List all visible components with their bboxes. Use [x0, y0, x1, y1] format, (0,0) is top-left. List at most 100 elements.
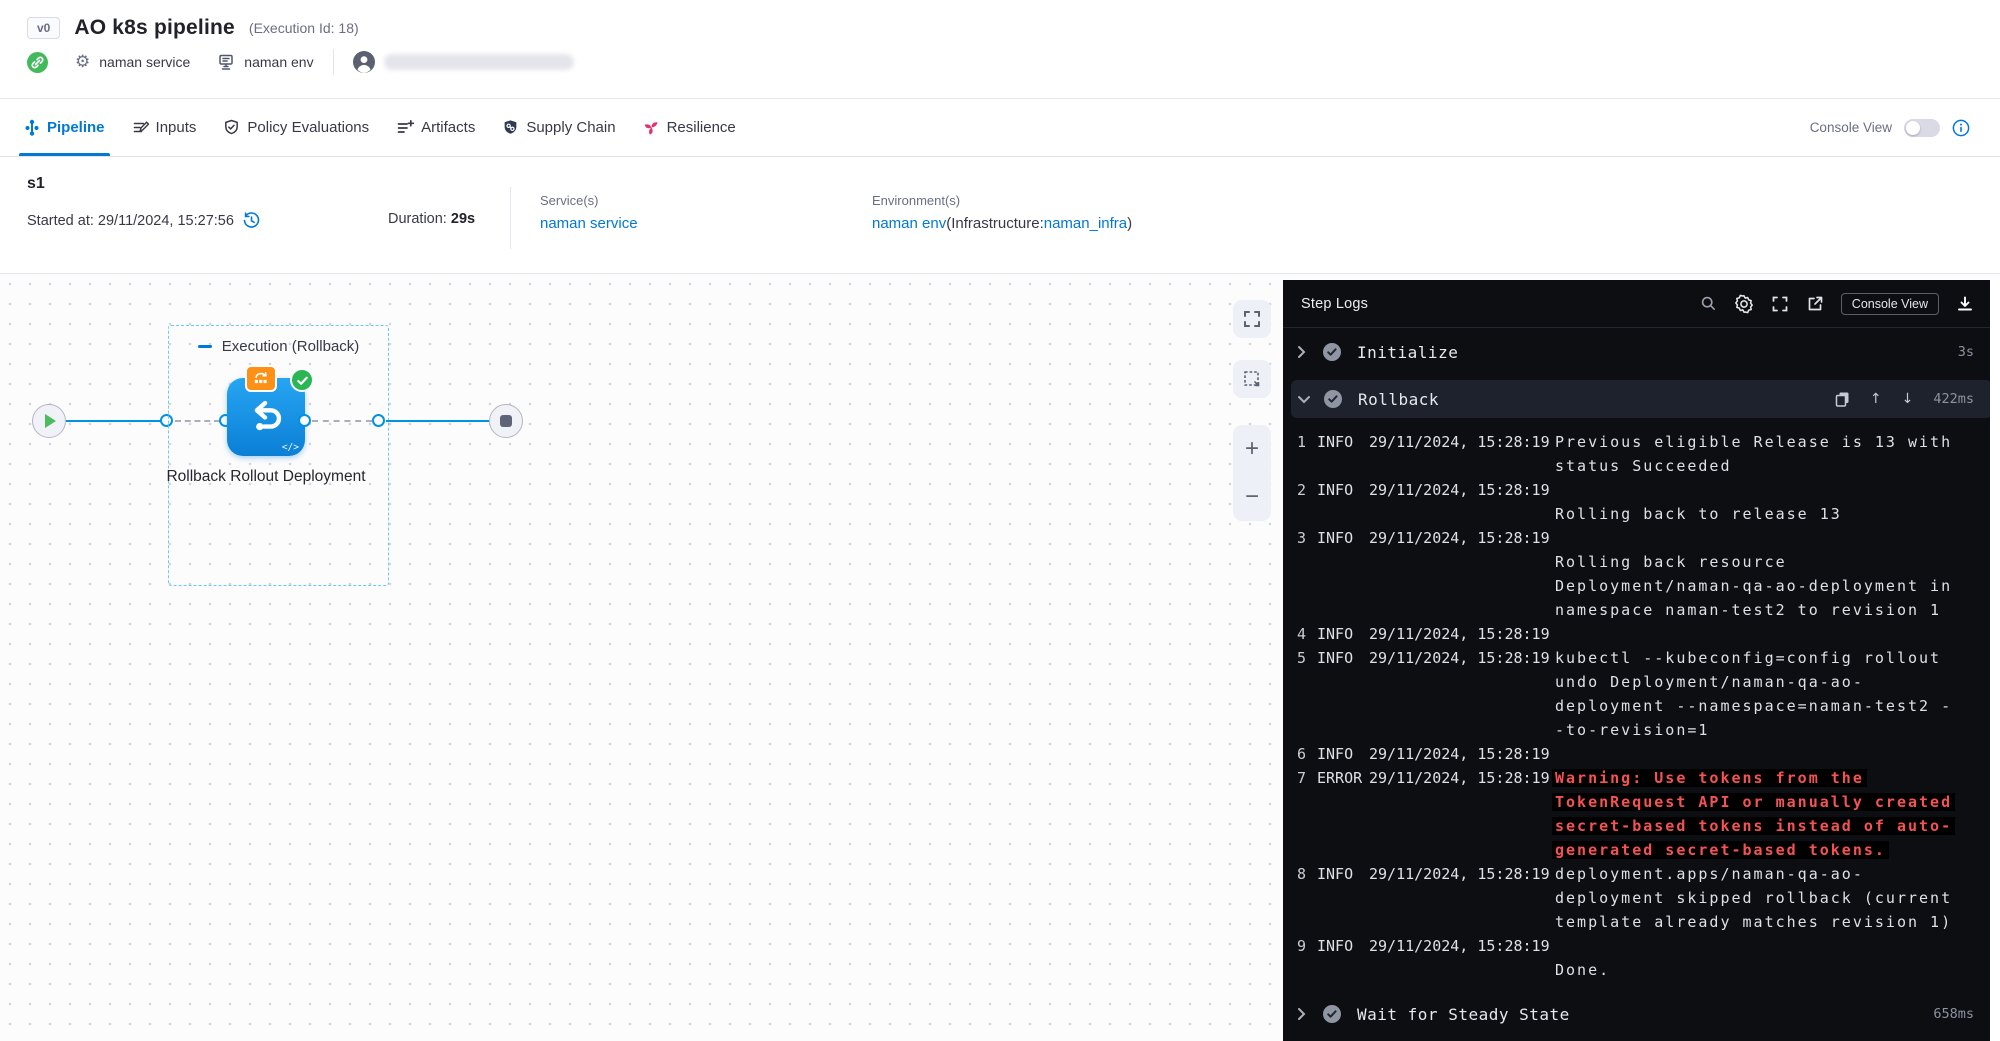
log-settings-gear-icon[interactable]	[1734, 294, 1754, 314]
zoom-out-button[interactable]: −	[1245, 485, 1259, 509]
step-logs-panel: Step Logs Console View	[1283, 280, 2000, 1041]
log-message-line	[1555, 526, 2000, 550]
log-entry: 4INFO29/11/2024, 15:28:19	[1283, 622, 2000, 646]
header-service-name[interactable]: naman service	[99, 54, 190, 70]
step-name: Initialize	[1357, 343, 1458, 362]
log-message-line: secret-based tokens instead of auto-	[1555, 814, 2000, 838]
started-at-text: Started at: 29/11/2024, 15:27:56	[27, 213, 234, 229]
connector-dot	[372, 414, 385, 427]
tab-label: Resilience	[667, 119, 736, 136]
copy-logs-icon[interactable]	[1835, 391, 1850, 407]
step-name: Rollback	[1358, 390, 1439, 409]
tab-inputs[interactable]: Inputs	[132, 99, 197, 156]
console-view-toggle[interactable]	[1904, 119, 1940, 137]
log-message-line: Rolling back to release 13	[1555, 502, 2000, 526]
log-entry: 2INFO29/11/2024, 15:28:19 Rolling back t…	[1283, 478, 2000, 526]
scroll-up-icon[interactable]: ↑	[1870, 391, 1882, 407]
tab-resilience[interactable]: Resilience	[643, 99, 736, 156]
marquee-select-button[interactable]	[1233, 360, 1271, 398]
group-label: Execution (Rollback)	[222, 338, 360, 355]
edge-end	[386, 420, 489, 422]
toggle-knob	[1906, 121, 1920, 135]
duration-label: Duration:	[388, 211, 447, 227]
chevron-right-icon	[1297, 345, 1313, 359]
code-glyph: </>	[282, 442, 299, 453]
scroll-down-icon[interactable]: ↓	[1902, 391, 1914, 407]
step-success-badge	[1323, 343, 1341, 361]
fullscreen-icon[interactable]	[1771, 295, 1789, 313]
step-duration: 3s	[1958, 344, 1974, 360]
rolling-deployment-badge-icon	[245, 365, 277, 392]
log-message-line: deployment skipped rollback (current	[1555, 886, 2000, 910]
page-header: v0 AO k8s pipeline (Execution Id: 18) ⚙ …	[0, 0, 2000, 99]
execution-history-icon[interactable]	[242, 211, 261, 230]
step-success-icon	[290, 368, 314, 392]
log-message-line	[1555, 622, 2000, 646]
chevron-down-icon	[1297, 395, 1313, 404]
infra-suffix: )	[1127, 215, 1132, 232]
info-icon[interactable]	[1952, 119, 1970, 137]
execution-tabbar: Pipeline Inputs Policy Evaluations	[0, 99, 2000, 157]
step-logs-title: Step Logs	[1301, 296, 1368, 312]
fit-to-screen-button[interactable]	[1233, 300, 1271, 338]
console-view-label: Console View	[1810, 120, 1892, 135]
step-node-label: Rollback Rollout Deployment	[156, 466, 376, 488]
log-entry: 3INFO29/11/2024, 15:28:19 Rolling back r…	[1283, 526, 2000, 622]
cd-module-icon	[27, 52, 48, 73]
log-message-line: Done.	[1555, 958, 2000, 982]
pipeline-start-node	[32, 404, 66, 438]
download-logs-icon[interactable]	[1956, 295, 1974, 313]
duration-value: 29s	[451, 211, 475, 227]
redacted-text	[384, 54, 574, 70]
services-label: Service(s)	[540, 193, 638, 208]
log-step-initialize[interactable]: Initialize 3s	[1283, 328, 2000, 376]
log-entry: 9INFO29/11/2024, 15:28:19 Done.	[1283, 934, 2000, 982]
log-message-line: deployment.apps/naman-qa-ao-	[1555, 862, 2000, 886]
collapse-group-icon[interactable]	[198, 345, 212, 348]
console-view-button[interactable]: Console View	[1841, 293, 1939, 315]
tab-label: Supply Chain	[526, 119, 615, 136]
service-link[interactable]: naman service	[540, 215, 638, 232]
log-message-line: Warning: Use tokens from the	[1555, 766, 2000, 790]
rollback-step-node[interactable]: </>	[227, 378, 305, 456]
log-entry: 1INFO29/11/2024, 15:28:19Previous eligib…	[1283, 430, 2000, 478]
tab-pipeline[interactable]: Pipeline	[24, 99, 105, 156]
log-message-line	[1555, 478, 2000, 502]
policy-shield-icon	[223, 119, 240, 136]
log-message-line: TokenRequest API or manually created	[1555, 790, 2000, 814]
tab-policy-evaluations[interactable]: Policy Evaluations	[223, 99, 369, 156]
edge-dashed-left	[175, 420, 220, 422]
log-message-line: Deployment/naman-qa-ao-deployment in	[1555, 574, 2000, 598]
infrastructure-link[interactable]: naman_infra	[1044, 215, 1127, 232]
tab-supply-chain[interactable]: Supply Chain	[502, 99, 615, 156]
tab-label: Artifacts	[421, 119, 475, 136]
tab-label: Inputs	[156, 119, 197, 136]
environment-link[interactable]: naman env	[872, 215, 946, 232]
zoom-in-button[interactable]: +	[1245, 437, 1259, 461]
pipeline-title: AO k8s pipeline	[74, 16, 235, 40]
open-in-new-icon[interactable]	[1806, 295, 1824, 313]
log-step-wait-steady-state[interactable]: Wait for Steady State 658ms	[1283, 990, 2000, 1038]
log-step-rollback[interactable]: Rollback ↑ ↓ 422ms	[1291, 380, 1992, 418]
expand-icon	[1242, 309, 1262, 329]
edge-start	[66, 420, 161, 422]
environment-icon	[217, 53, 235, 71]
tab-artifacts[interactable]: Artifacts	[396, 99, 475, 156]
avatar	[353, 51, 375, 73]
connector-dot	[298, 414, 311, 427]
header-env-name[interactable]: naman env	[244, 54, 313, 70]
log-lines: 1INFO29/11/2024, 15:28:19Previous eligib…	[1283, 418, 2000, 982]
log-message-line: undo Deployment/naman-qa-ao-	[1555, 670, 2000, 694]
zoom-controls: + −	[1233, 425, 1271, 521]
stage-summary-bar: s1 Started at: 29/11/2024, 15:27:56 Dura…	[0, 157, 2000, 274]
log-entry: 5INFO29/11/2024, 15:28:19kubectl --kubec…	[1283, 646, 2000, 742]
log-entry: 7ERROR29/11/2024, 15:28:19Warning: Use t…	[1283, 766, 2000, 862]
step-duration: 658ms	[1933, 1006, 1974, 1022]
step-duration: 422ms	[1933, 391, 1974, 407]
inputs-icon	[132, 119, 149, 136]
log-entry: 8INFO29/11/2024, 15:28:19deployment.apps…	[1283, 862, 2000, 934]
execution-id: (Execution Id: 18)	[249, 20, 359, 36]
service-gear-icon: ⚙	[75, 54, 90, 71]
search-icon[interactable]	[1700, 295, 1717, 312]
chevron-right-icon	[1297, 1007, 1313, 1021]
